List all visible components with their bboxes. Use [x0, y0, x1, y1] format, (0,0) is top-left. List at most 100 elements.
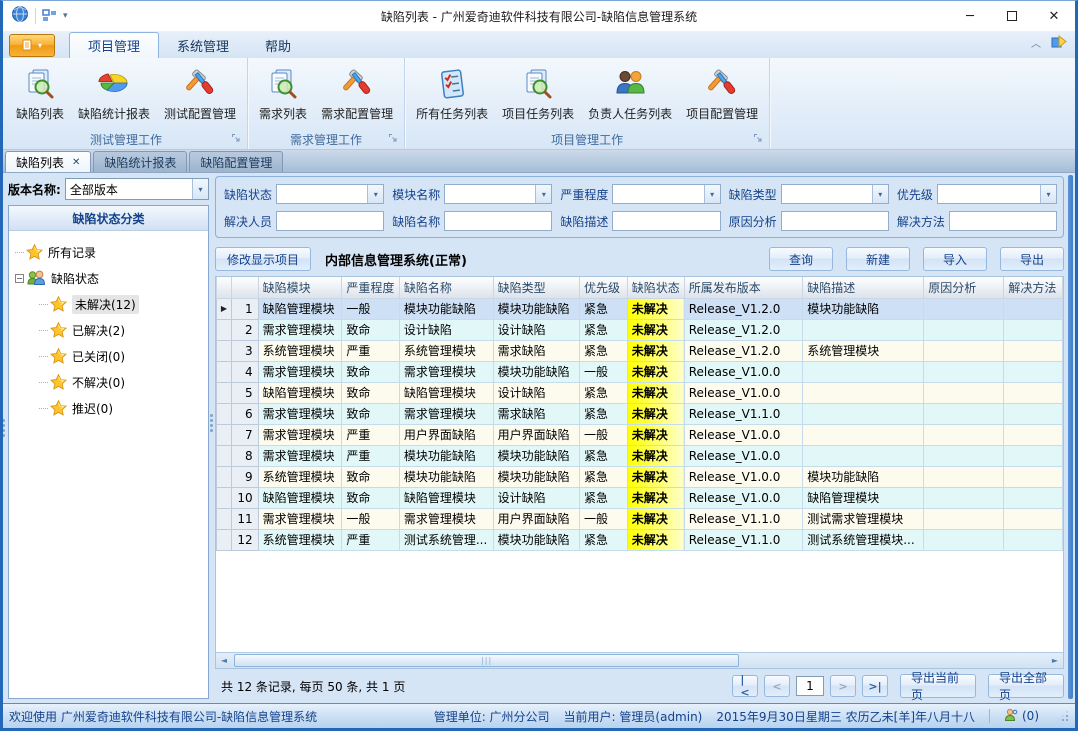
- next-page-button[interactable]: >: [830, 675, 856, 697]
- filter-input-解决方法[interactable]: [949, 211, 1057, 231]
- tree-item-已解决(2)[interactable]: 已解决(2): [15, 317, 204, 343]
- column-header-优先级[interactable]: 优先级: [580, 277, 628, 298]
- document-tab-缺陷配置管理[interactable]: 缺陷配置管理: [189, 151, 283, 172]
- quick-access-dropdown-icon[interactable]: ▾: [63, 11, 68, 21]
- table-row[interactable]: 6需求管理模块致命需求管理模块需求缺陷紧急未解决Release_V1.1.0: [217, 403, 1063, 424]
- dialog-launcher-icon[interactable]: [753, 132, 763, 146]
- ribbon-button-缺陷列表[interactable]: 缺陷列表: [9, 62, 71, 124]
- collapse-ribbon-icon[interactable]: ︿: [1031, 41, 1041, 49]
- filter-select-模块名称[interactable]: ▾: [444, 184, 552, 204]
- modify-columns-button[interactable]: 修改显示项目: [215, 247, 311, 271]
- filter-input-缺陷描述[interactable]: [612, 211, 720, 231]
- ribbon-button-项目配置管理[interactable]: 项目配置管理: [679, 62, 765, 124]
- left-edge-splitter-handle[interactable]: [2, 417, 6, 439]
- export-all-pages-button[interactable]: 导出全部页: [988, 674, 1064, 698]
- tab-close-icon[interactable]: ✕: [72, 157, 80, 168]
- table-row[interactable]: 12系统管理模块严重测试系统管理...模块功能缺陷紧急未解决Release_V1…: [217, 529, 1063, 550]
- tree-item-推迟(0)[interactable]: 推迟(0): [15, 395, 204, 421]
- table-row[interactable]: 8需求管理模块严重模块功能缺陷模块功能缺陷紧急未解决Release_V1.0.0: [217, 445, 1063, 466]
- ribbon-tab-帮助[interactable]: 帮助: [247, 32, 309, 58]
- column-header-缺陷名称[interactable]: 缺陷名称: [399, 277, 493, 298]
- ribbon-button-测试配置管理[interactable]: 测试配置管理: [157, 62, 243, 124]
- filter-input-原因分析[interactable]: [781, 211, 889, 231]
- first-page-button[interactable]: |<: [732, 675, 758, 697]
- dialog-launcher-icon[interactable]: [231, 132, 241, 146]
- tree-item-label: 推迟(0): [72, 400, 113, 417]
- tree-item-缺陷状态[interactable]: −缺陷状态: [15, 265, 204, 291]
- tree-item-不解决(0)[interactable]: 不解决(0): [15, 369, 204, 395]
- dropdown-arrow-icon[interactable]: ▾: [704, 185, 720, 203]
- ribbon-button-需求列表[interactable]: 需求列表: [252, 62, 314, 124]
- tree-item-所有记录[interactable]: 所有记录: [15, 239, 204, 265]
- column-header-blank[interactable]: [231, 277, 258, 298]
- column-header-缺陷类型[interactable]: 缺陷类型: [493, 277, 579, 298]
- version-select-arrow-icon[interactable]: ▾: [192, 179, 208, 199]
- scroll-left-icon[interactable]: ◄: [216, 653, 232, 668]
- ribbon-tab-项目管理[interactable]: 项目管理: [69, 32, 159, 58]
- application-menu-button[interactable]: ▾: [9, 34, 55, 57]
- dialog-launcher-icon[interactable]: [388, 132, 398, 146]
- action-button-导出[interactable]: 导出: [1000, 247, 1064, 271]
- filter-select-缺陷状态[interactable]: ▾: [276, 184, 384, 204]
- close-button[interactable]: ✕: [1033, 2, 1075, 30]
- column-header-严重程度[interactable]: 严重程度: [342, 277, 400, 298]
- splitter-handle[interactable]: [210, 412, 214, 434]
- column-header-缺陷模块[interactable]: 缺陷模块: [258, 277, 342, 298]
- tree-item-未解决(12)[interactable]: 未解决(12): [15, 291, 204, 317]
- dropdown-arrow-icon[interactable]: ▾: [872, 185, 888, 203]
- horizontal-scrollbar[interactable]: ◄ ||| ►: [216, 652, 1063, 668]
- filter-select-优先级[interactable]: ▾: [937, 184, 1057, 204]
- maximize-button[interactable]: [991, 2, 1033, 30]
- document-tab-缺陷列表[interactable]: 缺陷列表✕: [5, 151, 91, 172]
- column-header-原因分析[interactable]: 原因分析: [924, 277, 1004, 298]
- table-row[interactable]: 11需求管理模块一般需求管理模块用户界面缺陷一般未解决Release_V1.1.…: [217, 508, 1063, 529]
- document-tab-缺陷统计报表[interactable]: 缺陷统计报表: [93, 151, 187, 172]
- export-current-page-button[interactable]: 导出当前页: [900, 674, 976, 698]
- tree-item-已关闭(0)[interactable]: 已关闭(0): [15, 343, 204, 369]
- table-row[interactable]: 5缺陷管理模块致命缺陷管理模块设计缺陷紧急未解决Release_V1.0.0: [217, 382, 1063, 403]
- dropdown-arrow-icon[interactable]: ▾: [1040, 185, 1056, 203]
- ribbon-button-需求配置管理[interactable]: 需求配置管理: [314, 62, 400, 124]
- table-row[interactable]: ▶1缺陷管理模块一般模块功能缺陷模块功能缺陷紧急未解决Release_V1.2.…: [217, 298, 1063, 319]
- table-row[interactable]: 4需求管理模块致命需求管理模块模块功能缺陷一般未解决Release_V1.0.0: [217, 361, 1063, 382]
- table-row[interactable]: 7需求管理模块严重用户界面缺陷用户界面缺陷一般未解决Release_V1.0.0: [217, 424, 1063, 445]
- column-header-blank[interactable]: [217, 277, 232, 298]
- table-row[interactable]: 2需求管理模块致命设计缺陷设计缺陷紧急未解决Release_V1.2.0: [217, 319, 1063, 340]
- scrollbar-thumb[interactable]: |||: [234, 654, 739, 667]
- scrollbar-track[interactable]: |||: [232, 653, 1047, 668]
- prev-page-button[interactable]: <: [764, 675, 790, 697]
- tree-expander-icon[interactable]: −: [15, 274, 24, 283]
- quick-access-layout-icon[interactable]: [42, 7, 57, 26]
- action-button-查询[interactable]: 查询: [769, 247, 833, 271]
- action-button-新建[interactable]: 新建: [846, 247, 910, 271]
- filter-select-缺陷类型[interactable]: ▾: [781, 184, 889, 204]
- page-number-input[interactable]: 1: [796, 676, 824, 696]
- online-user-icon[interactable]: [1004, 708, 1018, 725]
- resize-grip[interactable]: [1057, 710, 1069, 722]
- action-button-导入[interactable]: 导入: [923, 247, 987, 271]
- ribbon-button-项目任务列表[interactable]: 项目任务列表: [495, 62, 581, 124]
- version-select[interactable]: 全部版本 ▾: [65, 178, 209, 200]
- table-row[interactable]: 3系统管理模块严重系统管理模块需求缺陷紧急未解决Release_V1.2.0系统…: [217, 340, 1063, 361]
- column-header-缺陷状态[interactable]: 缺陷状态: [627, 277, 684, 298]
- ribbon-tab-系统管理[interactable]: 系统管理: [159, 32, 247, 58]
- last-page-button[interactable]: >|: [862, 675, 888, 697]
- filter-input-解决人员[interactable]: [276, 211, 384, 231]
- dropdown-arrow-icon[interactable]: ▾: [535, 185, 551, 203]
- table-row[interactable]: 10缺陷管理模块致命缺陷管理模块设计缺陷紧急未解决Release_V1.0.0缺…: [217, 487, 1063, 508]
- scroll-right-icon[interactable]: ►: [1047, 653, 1063, 668]
- dropdown-arrow-icon[interactable]: ▾: [367, 185, 383, 203]
- column-header-缺陷描述[interactable]: 缺陷描述: [803, 277, 924, 298]
- filter-select-严重程度[interactable]: ▾: [612, 184, 720, 204]
- minimize-button[interactable]: ─: [949, 2, 991, 30]
- window-switch-icon[interactable]: [1051, 35, 1067, 54]
- ribbon-button-所有任务列表[interactable]: 所有任务列表: [409, 62, 495, 124]
- ribbon-button-负责人任务列表[interactable]: 负责人任务列表: [581, 62, 679, 124]
- vertical-scrollbar[interactable]: [1068, 175, 1073, 699]
- column-header-解决方法[interactable]: 解决方法: [1004, 277, 1063, 298]
- ribbon-button-缺陷统计报表[interactable]: 缺陷统计报表: [71, 62, 157, 124]
- table-row[interactable]: 9系统管理模块致命模块功能缺陷模块功能缺陷紧急未解决Release_V1.0.0…: [217, 466, 1063, 487]
- filter-input-缺陷名称[interactable]: [444, 211, 552, 231]
- app-globe-icon[interactable]: [11, 5, 29, 27]
- column-header-所属发布版本[interactable]: 所属发布版本: [684, 277, 803, 298]
